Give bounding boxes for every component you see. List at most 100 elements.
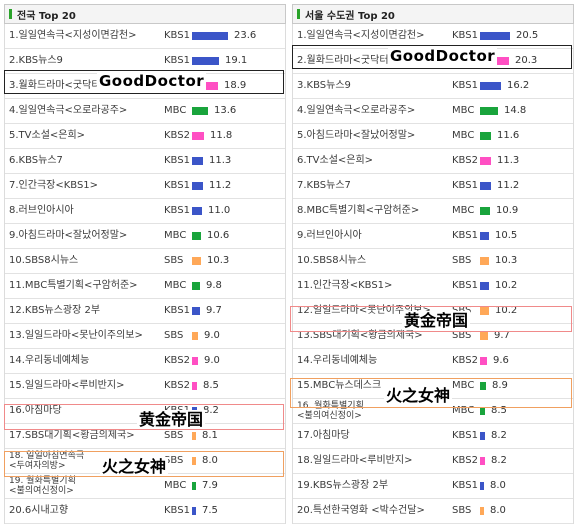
program-title[interactable]: 1.일일연속극<지성이면감천>	[9, 24, 163, 48]
program-title[interactable]: 18.일일드라마<루비반지>	[297, 449, 451, 473]
program-title[interactable]: 8.러브인아시아	[9, 199, 163, 223]
program-title-line: 12.일일드라마<못난이주의보>	[297, 305, 431, 316]
program-title-line: 3.KBS뉴스9	[297, 80, 351, 91]
program-title[interactable]: 20.6시내고향	[9, 499, 163, 523]
rating-bar	[480, 307, 489, 315]
panel-header: 전국 Top 20	[4, 4, 286, 24]
rating-bar	[480, 232, 489, 240]
program-title[interactable]: 8.MBC특별기획<구암허준>	[297, 199, 451, 223]
network-label: KBS1	[452, 230, 478, 241]
program-title[interactable]: 11.MBC특별기획<구암허준>	[9, 274, 163, 298]
program-title[interactable]: 14.우리동네예체능	[9, 349, 163, 373]
rating-bar	[480, 257, 489, 265]
program-title-line: 7.KBS뉴스7	[297, 180, 351, 191]
program-title[interactable]: 19.KBS뉴스광장 2부	[297, 474, 451, 498]
program-title[interactable]: 14.우리동네예체능	[297, 349, 451, 373]
network-label: MBC	[452, 205, 475, 216]
program-title[interactable]: 3.월화드라마<굿닥터>	[9, 74, 163, 98]
rating-bar	[192, 432, 196, 440]
program-title[interactable]: 12.KBS뉴스광장 2부	[9, 299, 163, 323]
rating-bar	[480, 357, 487, 365]
program-title[interactable]: 4.일일연속극<오로라공주>	[9, 99, 163, 123]
program-title-line: 15.MBC뉴스데스크	[297, 380, 382, 391]
program-title[interactable]: 17.SBS대기획<황금의제국>	[9, 424, 163, 448]
ratings-row: 18.일일드라마<루비반지> KBS2 8.2	[293, 449, 573, 474]
rating-value: 8.0	[490, 505, 506, 516]
rating-bar	[192, 482, 196, 490]
rating-bar	[480, 157, 491, 165]
program-title-line: 10.SBS8시뉴스	[9, 255, 79, 266]
rating-value: 8.5	[203, 380, 219, 391]
program-title[interactable]: 2.KBS뉴스9	[9, 49, 163, 73]
network-label: MBC	[164, 105, 187, 116]
rating-bar	[480, 207, 490, 215]
rating-value: 13.6	[214, 105, 237, 116]
program-title[interactable]: 7.KBS뉴스7	[297, 174, 451, 198]
rating-value: 7.9	[202, 480, 218, 491]
program-title[interactable]: 10.SBS8시뉴스	[297, 249, 451, 273]
network-label: KBS2	[452, 355, 478, 366]
program-title[interactable]: 5.아침드라마<잘났어정말>	[297, 124, 451, 148]
rating-bar	[192, 257, 201, 265]
program-title[interactable]: 20.특선한국영화 <박수건달>	[297, 499, 451, 523]
rating-bar	[192, 32, 228, 40]
network-label: KBS1	[452, 30, 478, 41]
program-title[interactable]: 4.일일연속극<오로라공주>	[297, 99, 451, 123]
rating-bar	[192, 107, 208, 115]
ratings-row: 2.KBS뉴스9 KBS1 19.1	[5, 49, 285, 74]
panel-header: 서울 수도권 Top 20	[292, 4, 574, 24]
rating-value: 23.6	[234, 30, 257, 41]
program-title[interactable]: 1.일일연속극<지성이면감천>	[297, 24, 451, 48]
rating-value: 7.5	[202, 505, 218, 516]
program-title[interactable]: 9.러브인아시아	[297, 224, 451, 248]
rating-value: 11.3	[209, 155, 232, 166]
green-bullet-icon	[297, 9, 300, 19]
program-title[interactable]: 19. 월화특별기획 <불의여신정이>	[9, 474, 163, 498]
ratings-row: 4.일일연속극<오로라공주> MBC 14.8	[293, 99, 573, 124]
network-label: KBS1	[164, 30, 190, 41]
rating-value: 8.1	[202, 430, 218, 441]
program-title[interactable]: 18. 일일아침연속극 <두여자의방>	[9, 449, 163, 473]
rating-value: 20.5	[516, 30, 539, 41]
program-title-line: 7.인간극장<KBS1>	[9, 180, 99, 191]
network-label: KBS1	[164, 305, 190, 316]
program-title[interactable]: 11.인간극장<KBS1>	[297, 274, 451, 298]
rating-bar	[192, 407, 197, 415]
network-label: SBS	[164, 455, 184, 466]
program-title-line: 4.일일연속극<오로라공주>	[297, 105, 416, 116]
program-title-line: 6.KBS뉴스7	[9, 155, 63, 166]
rating-bar	[480, 332, 488, 340]
ratings-row: 7.KBS뉴스7 KBS1 11.2	[293, 174, 573, 199]
network-label: KBS1	[452, 280, 478, 291]
program-title[interactable]: 17.아침마당	[297, 424, 451, 448]
program-title[interactable]: 6.KBS뉴스7	[9, 149, 163, 173]
network-label: KBS2	[164, 130, 190, 141]
rating-bar	[192, 332, 198, 340]
program-title[interactable]: 10.SBS8시뉴스	[9, 249, 163, 273]
program-title[interactable]: 2.월화드라마<굿닥터>	[297, 49, 451, 73]
program-title[interactable]: 6.TV소설<은희>	[297, 149, 451, 173]
network-label: KBS1	[452, 480, 478, 491]
program-title[interactable]: 12.일일드라마<못난이주의보>	[297, 299, 451, 323]
program-title[interactable]: 15.MBC뉴스데스크	[297, 374, 451, 398]
rating-value: 16.2	[507, 80, 530, 91]
program-title[interactable]: 7.인간극장<KBS1>	[9, 174, 163, 198]
program-title[interactable]: 9.아침드라마<잘났어정말>	[9, 224, 163, 248]
rating-bar	[192, 182, 203, 190]
program-title[interactable]: 15.일일드라마<루비반지>	[9, 374, 163, 398]
program-title[interactable]: 3.KBS뉴스9	[297, 74, 451, 98]
program-title-line: 5.아침드라마<잘났어정말>	[297, 130, 416, 141]
program-title[interactable]: 5.TV소설<은희>	[9, 124, 163, 148]
rating-value: 11.2	[497, 180, 520, 191]
rating-value: 10.6	[207, 230, 230, 241]
ratings-row: 12.일일드라마<못난이주의보> SBS 10.2	[293, 299, 573, 324]
program-title[interactable]: 13.SBS대기획<황금의제국>	[297, 324, 451, 348]
program-title[interactable]: 16.아침마당	[9, 399, 163, 423]
program-title[interactable]: 13.일일드라마<못난이주의보>	[9, 324, 163, 348]
rating-value: 19.1	[225, 55, 248, 66]
network-label: SBS	[164, 430, 184, 441]
ratings-row: 19. 월화특별기획 <불의여신정이> MBC 7.9	[5, 474, 285, 499]
program-title[interactable]: 16. 월화특별기획 <불의여신정이>	[297, 399, 451, 423]
rating-bar	[192, 507, 196, 515]
ratings-row: 20.6시내고향 KBS1 7.5	[5, 499, 285, 524]
